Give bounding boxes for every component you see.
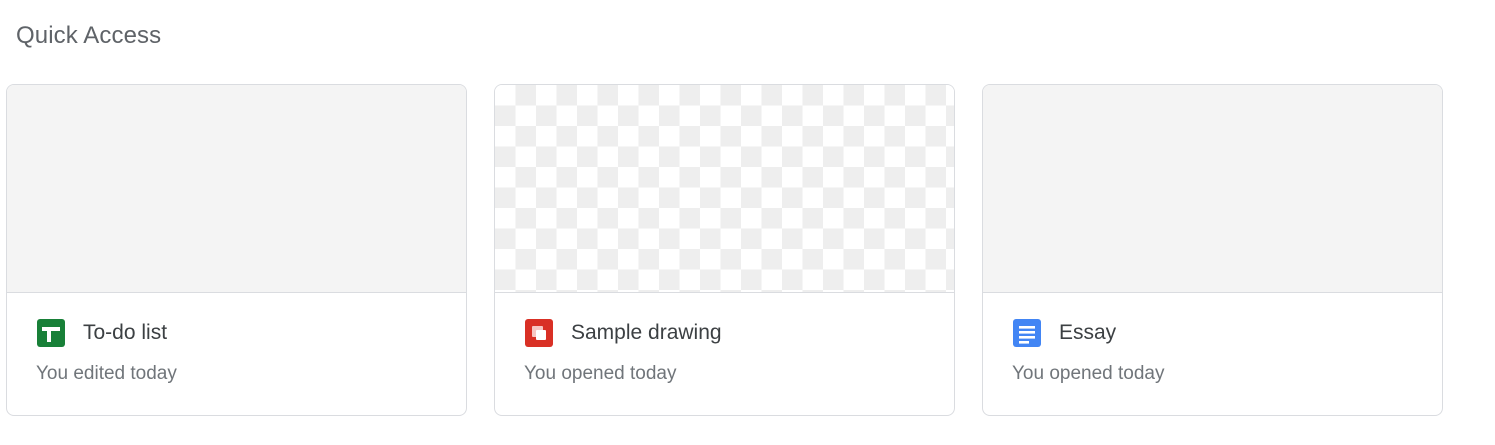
file-card-todo-list[interactable]: To-do list You edited today xyxy=(6,84,467,416)
file-activity: You edited today xyxy=(36,363,177,384)
file-thumbnail xyxy=(495,85,954,293)
file-thumbnail xyxy=(983,85,1442,293)
file-card-info: To-do list You edited today xyxy=(7,293,466,415)
quick-access-cards: To-do list You edited today Sample drawi… xyxy=(6,84,1443,416)
file-activity: You opened today xyxy=(524,363,677,384)
section-title: Quick Access xyxy=(16,22,162,49)
drawings-icon xyxy=(524,318,554,348)
sheets-icon xyxy=(36,318,66,348)
file-name: Sample drawing xyxy=(571,321,722,344)
file-card-sample-drawing[interactable]: Sample drawing You opened today xyxy=(494,84,955,416)
file-card-info: Sample drawing You opened today xyxy=(495,293,954,415)
file-name: To-do list xyxy=(83,321,168,344)
docs-icon xyxy=(1012,318,1042,348)
file-name: Essay xyxy=(1059,321,1117,344)
file-activity: You opened today xyxy=(1012,363,1165,384)
file-card-essay[interactable]: Essay You opened today xyxy=(982,84,1443,416)
file-thumbnail xyxy=(7,85,466,293)
file-card-info: Essay You opened today xyxy=(983,293,1442,415)
